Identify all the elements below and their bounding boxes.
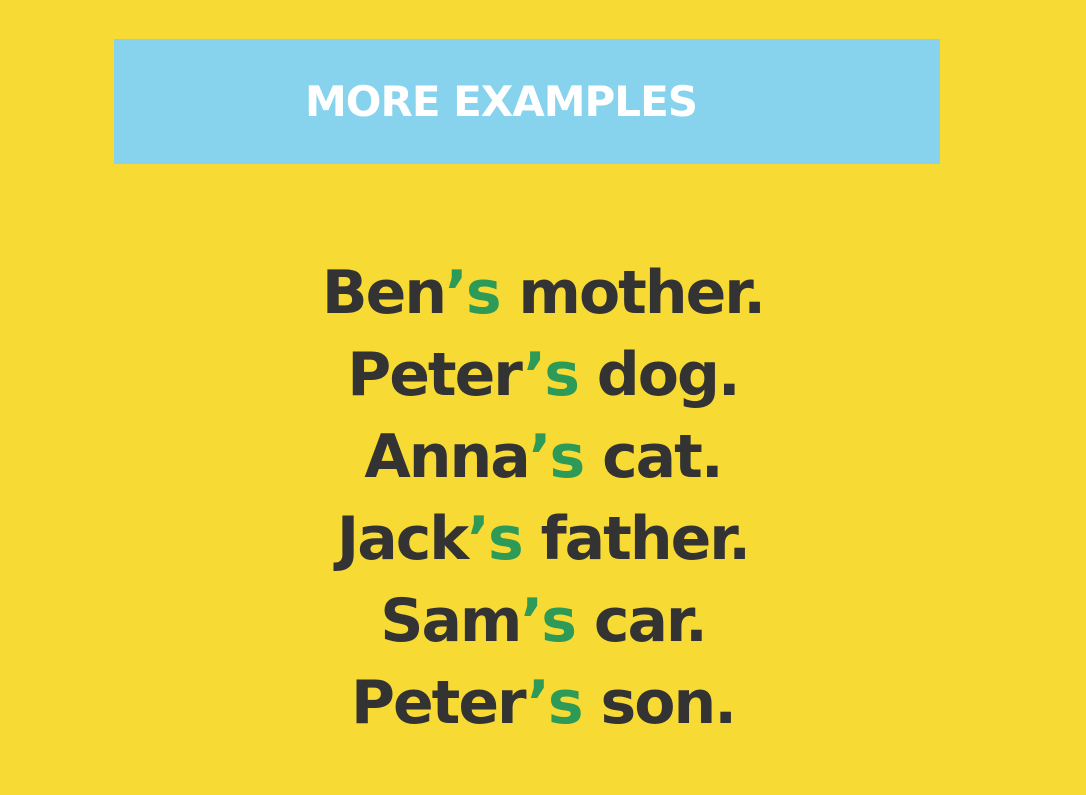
example-list: Ben’s mother. Peter’s dog. Anna’s cat. J… [0,252,1086,744]
example-line: Peter’s son. [0,662,1086,744]
possessive-suffix: ’s [445,258,501,328]
possessive-suffix: ’s [527,668,583,738]
example-rest: dog. [577,340,741,410]
possessive-suffix: ’s [528,422,585,492]
example-line: Jack’s father. [0,498,1086,580]
example-noun: Anna [364,422,530,492]
example-rest: car. [574,586,708,656]
example-rest: mother. [499,258,766,328]
possessive-suffix: ’s [520,586,576,656]
example-rest: son. [581,668,737,738]
example-line: Ben’s mother. [0,252,1086,334]
example-noun: Peter [347,340,525,410]
example-noun: Sam [380,586,522,656]
title-banner: MORE EXAMPLES [114,39,940,164]
example-rest: cat. [583,422,724,492]
possessive-suffix: ’s [523,340,579,410]
example-noun: Jack [336,504,469,574]
example-line: Peter’s dog. [0,334,1086,416]
example-noun: Ben [321,258,447,328]
example-rest: father. [521,504,752,574]
page-title: MORE EXAMPLES [305,77,698,126]
example-line: Sam’s car. [0,580,1086,662]
example-line: Anna’s cat. [0,416,1086,498]
example-noun: Peter [350,668,529,738]
possessive-suffix: ’s [467,504,523,574]
